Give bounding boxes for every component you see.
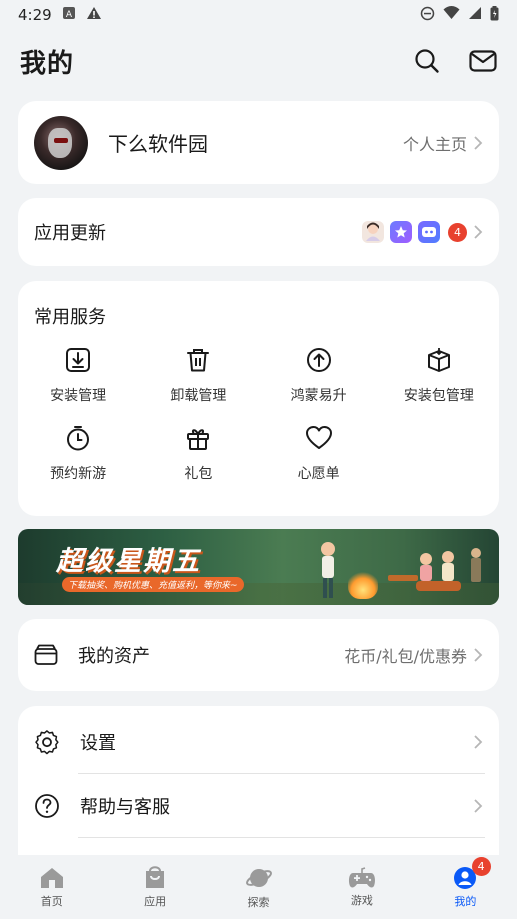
notification-a-icon: A (62, 6, 76, 24)
gift-icon (187, 429, 210, 450)
bottom-nav: 首页 应用 探索 游戏 我的 4 (0, 855, 517, 919)
service-label: 预约新游 (50, 466, 107, 482)
service-reserve-game[interactable]: 预约新游 (18, 425, 138, 483)
gamepad-icon (348, 866, 375, 887)
uninstall-manage-icon (187, 349, 210, 372)
update-count-badge: 4 (448, 222, 467, 242)
nav-label: 探索 (247, 895, 270, 909)
service-label: 鸿蒙易升 (290, 388, 347, 404)
app-robot-icon (418, 221, 440, 243)
settings-card: 设置 帮助与客服 (18, 706, 499, 866)
banner-subtitle: 下载抽奖、购机优惠、充值返利，等你来~ (62, 577, 244, 592)
chevron-right-icon (473, 734, 483, 750)
profile-notification-badge: 4 (471, 857, 491, 876)
service-label: 礼包 (184, 466, 213, 482)
banner-title: 超级星期五 (56, 546, 201, 577)
avatar[interactable] (34, 115, 88, 170)
service-wishlist[interactable]: 心愿单 (259, 425, 379, 483)
gear-icon (35, 730, 59, 755)
chevron-right-icon (473, 798, 483, 814)
nav-label: 应用 (144, 894, 167, 908)
settings-item[interactable]: 设置 (18, 710, 499, 774)
dnd-icon (420, 6, 435, 25)
app-update-label: 应用更新 (34, 223, 106, 244)
help-service-item[interactable]: 帮助与客服 (18, 774, 499, 838)
assets-detail: 花币/礼包/优惠券 (344, 647, 467, 666)
app-avatar-icon (362, 221, 384, 243)
help-service-label: 帮助与客服 (80, 797, 170, 818)
divider (78, 837, 485, 838)
banner-people-illustration (321, 542, 481, 598)
common-services-card: 常用服务 安装管理 卸载管理 鸿蒙易升 安装包管理 预约新游 礼包 心愿单 (18, 281, 499, 516)
page-header: 我的 (0, 36, 517, 86)
nav-label: 我的 (454, 894, 477, 908)
warning-icon (86, 6, 102, 24)
messages-button[interactable] (469, 47, 497, 75)
settings-label: 设置 (80, 733, 116, 754)
page-title: 我的 (20, 48, 75, 79)
nav-label: 首页 (40, 894, 63, 908)
services-title: 常用服务 (34, 307, 106, 328)
status-time: 4:29 (18, 6, 52, 24)
package-manage-icon (427, 348, 450, 372)
search-button[interactable] (413, 47, 441, 75)
promo-banner[interactable]: 超级星期五 下载抽奖、购机优惠、充值返利，等你来~ (18, 529, 499, 605)
service-uninstall-manage[interactable]: 卸载管理 (138, 347, 258, 405)
nav-label: 游戏 (350, 893, 373, 907)
service-install-manage[interactable]: 安装管理 (18, 347, 138, 405)
homepage-link[interactable]: 个人主页 (403, 131, 467, 155)
nav-games[interactable]: 游戏 (310, 855, 413, 919)
service-label: 安装包管理 (403, 388, 474, 404)
app-star-icon (390, 221, 412, 243)
status-bar: 4:29 A (0, 0, 517, 30)
signal-icon (468, 6, 482, 24)
profile-card[interactable]: 下么软件园 个人主页 (18, 101, 499, 184)
search-icon (415, 49, 439, 73)
help-icon (35, 794, 59, 818)
home-icon (40, 867, 63, 888)
wallet-icon (34, 644, 58, 665)
nav-apps[interactable]: 应用 (103, 855, 206, 919)
install-manage-icon (66, 348, 91, 372)
chevron-right-icon (473, 135, 483, 151)
wishlist-icon (305, 426, 332, 449)
app-update-card[interactable]: 应用更新 4 (18, 198, 499, 266)
my-assets-label: 我的资产 (78, 646, 150, 667)
service-label: 安装管理 (50, 388, 107, 404)
chevron-right-icon (473, 224, 483, 240)
nav-profile[interactable]: 我的 4 (414, 855, 517, 919)
apps-icon (146, 865, 165, 888)
my-assets-card[interactable]: 我的资产 花币/礼包/优惠券 (18, 619, 499, 691)
service-label: 心愿单 (297, 466, 340, 482)
service-gift[interactable]: 礼包 (138, 425, 258, 483)
svg-text:A: A (66, 10, 73, 20)
nav-home[interactable]: 首页 (0, 855, 103, 919)
nav-explore[interactable]: 探索 (207, 855, 310, 919)
service-harmony-upgrade[interactable]: 鸿蒙易升 (259, 347, 379, 405)
planet-icon (245, 868, 272, 887)
mail-icon (469, 50, 497, 72)
battery-icon (490, 5, 499, 25)
wifi-icon (443, 6, 460, 24)
reserve-game-icon (67, 426, 90, 451)
chevron-right-icon (473, 647, 483, 663)
service-label: 卸载管理 (170, 388, 227, 404)
harmony-upgrade-icon (306, 348, 331, 372)
profile-name: 下么软件园 (108, 132, 208, 156)
service-package-manage[interactable]: 安装包管理 (379, 347, 499, 405)
